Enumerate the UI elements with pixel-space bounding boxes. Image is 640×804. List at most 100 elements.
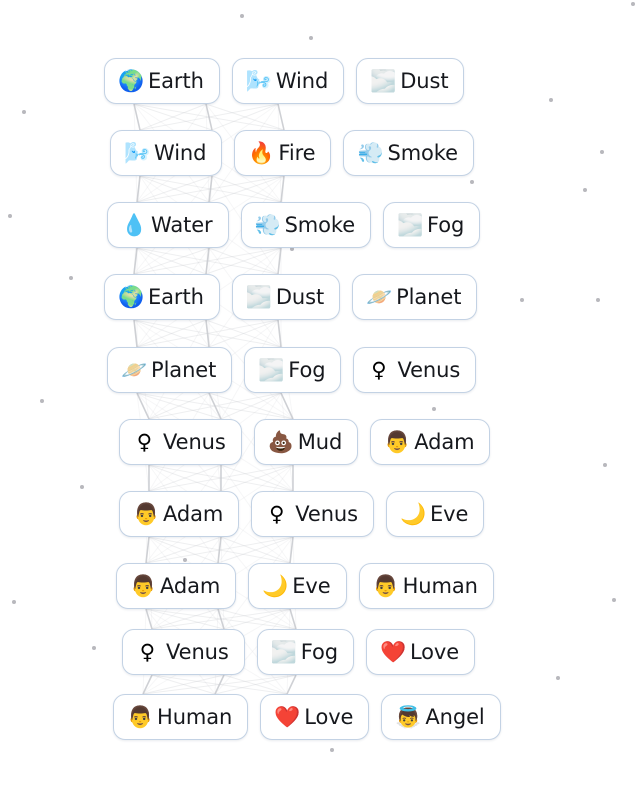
crescent-moon-icon: 🌙: [262, 573, 289, 598]
baby-angel-icon: 👼: [395, 704, 422, 729]
element-card-mud[interactable]: 💩 Mud: [253, 419, 359, 465]
card-row: ♀ Venus 🌫️ Fog ❤️ Love: [122, 629, 476, 675]
smoke-icon: 💨: [357, 140, 384, 165]
fog-icon: 🌫️: [397, 212, 424, 237]
man-face-icon: 👨: [130, 573, 157, 598]
element-card-angel[interactable]: 👼 Angel: [381, 694, 501, 740]
man-face-icon: 👨: [384, 429, 411, 454]
element-card-wind[interactable]: 🌬️ Wind: [231, 58, 345, 104]
element-card-label: Mud: [297, 429, 343, 454]
venus-symbol-icon: ♀: [269, 501, 285, 526]
fog-icon: 🌫️: [270, 639, 297, 664]
red-heart-icon: ❤️: [379, 639, 407, 664]
element-card-label: Venus: [397, 357, 461, 382]
fire-icon: 🔥: [248, 140, 275, 165]
card-row: 🌬️ Wind 🔥 Fire 💨 Smoke: [110, 130, 474, 176]
element-card-wind[interactable]: 🌬️ Wind: [110, 130, 223, 176]
element-card-label: Adam: [414, 429, 475, 454]
element-card-dust[interactable]: 🌫️ Dust: [231, 274, 341, 320]
smoke-icon: 💨: [254, 212, 281, 237]
element-card-water[interactable]: 💧 Water: [107, 202, 229, 248]
element-card-human[interactable]: 👨 Human: [113, 694, 249, 740]
dust-icon: 🌫️: [245, 284, 272, 309]
fog-icon: 🌫️: [258, 357, 285, 382]
card-row: 🌍 Earth 🌫️ Dust 🪐 Planet: [104, 274, 478, 320]
card-grid: 🌍 Earth 🌬️ Wind 🌫️ Dust 🌬️ Wind 🔥 Fire 💨 Smoke 💧 Wate…: [0, 0, 640, 804]
element-card-love[interactable]: ❤️ Love: [260, 694, 370, 740]
element-card-planet[interactable]: 🪐 Planet: [107, 347, 233, 393]
element-card-label: Venus: [295, 501, 358, 526]
element-card-venus[interactable]: ♀ Venus: [251, 491, 374, 537]
card-row: 🪐 Planet 🌫️ Fog ♀ Venus: [107, 347, 477, 393]
element-card-label: Earth: [148, 68, 204, 93]
card-row: 🌍 Earth 🌬️ Wind 🌫️ Dust: [104, 58, 465, 104]
element-card-smoke[interactable]: 💨 Smoke: [343, 130, 474, 176]
venus-symbol-icon: ♀: [139, 639, 156, 664]
venus-symbol-icon: ♀: [371, 357, 387, 382]
element-card-label: Adam: [163, 501, 224, 526]
element-card-venus[interactable]: ♀ Venus: [119, 419, 242, 465]
element-card-label: Love: [304, 704, 354, 729]
element-card-label: Planet: [151, 357, 217, 382]
wind-face-icon: 🌬️: [245, 68, 272, 93]
element-card-earth[interactable]: 🌍 Earth: [104, 58, 220, 104]
element-card-venus[interactable]: ♀ Venus: [122, 629, 245, 675]
planet-icon: 🪐: [121, 357, 148, 382]
element-card-earth[interactable]: 🌍 Earth: [104, 274, 220, 320]
element-card-label: Smoke: [284, 212, 356, 237]
element-card-label: Fog: [300, 639, 338, 664]
card-row: ♀ Venus 💩 Mud 👨 Adam: [119, 419, 491, 465]
element-card-label: Adam: [160, 573, 221, 598]
card-row: 👨 Human ❤️ Love 👼 Angel: [113, 694, 501, 740]
mud-icon: 💩: [267, 429, 294, 454]
element-card-label: Earth: [148, 284, 204, 309]
element-card-eve[interactable]: 🌙 Eve: [385, 491, 485, 537]
man-face-icon: 👨: [133, 501, 160, 526]
element-card-love[interactable]: ❤️ Love: [365, 629, 476, 675]
element-card-label: Fog: [427, 212, 465, 237]
card-row: 💧 Water 💨 Smoke 🌫️ Fog: [107, 202, 481, 248]
venus-symbol-icon: ♀: [136, 429, 153, 454]
element-card-adam[interactable]: 👨 Adam: [116, 563, 237, 609]
dust-icon: 🌫️: [370, 68, 397, 93]
crescent-moon-icon: 🌙: [399, 501, 427, 526]
element-card-fog[interactable]: 🌫️ Fog: [383, 202, 481, 248]
element-card-label: Angel: [425, 704, 485, 729]
element-card-label: Fire: [278, 140, 316, 165]
element-card-label: Human: [402, 573, 478, 598]
card-row: 👨 Adam ♀ Venus 🌙 Eve: [119, 491, 485, 537]
man-face-icon: 👨: [127, 704, 154, 729]
element-card-eve[interactable]: 🌙 Eve: [248, 563, 347, 609]
element-card-adam[interactable]: 👨 Adam: [370, 419, 491, 465]
water-drop-icon: 💧: [121, 212, 148, 237]
element-card-label: Smoke: [387, 140, 458, 165]
earth-globe-icon: 🌍: [118, 68, 145, 93]
element-card-dust[interactable]: 🌫️ Dust: [356, 58, 465, 104]
man-face-icon: 👨: [372, 573, 399, 598]
card-row: 👨 Adam 🌙 Eve 👨 Human: [116, 563, 494, 609]
element-card-planet[interactable]: 🪐 Planet: [352, 274, 478, 320]
element-card-label: Human: [157, 704, 233, 729]
element-card-label: Venus: [163, 429, 226, 454]
red-heart-icon: ❤️: [274, 704, 301, 729]
element-card-label: Planet: [396, 284, 462, 309]
element-card-label: Fog: [288, 357, 326, 382]
element-card-label: Dust: [275, 284, 325, 309]
element-card-label: Love: [409, 639, 460, 664]
element-card-label: Venus: [166, 639, 229, 664]
element-card-fire[interactable]: 🔥 Fire: [234, 130, 332, 176]
element-board: 🌍 Earth 🌬️ Wind 🌫️ Dust 🌬️ Wind 🔥 Fire 💨 Smoke 💧 Wate…: [0, 0, 640, 804]
element-card-human[interactable]: 👨 Human: [358, 563, 494, 609]
element-card-fog[interactable]: 🌫️ Fog: [244, 347, 342, 393]
element-card-label: Eve: [292, 573, 331, 598]
element-card-label: Water: [151, 212, 213, 237]
earth-globe-icon: 🌍: [118, 284, 145, 309]
planet-icon: 🪐: [366, 284, 393, 309]
element-card-label: Wind: [275, 68, 329, 93]
element-card-label: Eve: [429, 501, 469, 526]
element-card-fog[interactable]: 🌫️ Fog: [256, 629, 354, 675]
wind-face-icon: 🌬️: [124, 140, 151, 165]
element-card-adam[interactable]: 👨 Adam: [119, 491, 240, 537]
element-card-smoke[interactable]: 💨 Smoke: [240, 202, 372, 248]
element-card-venus[interactable]: ♀ Venus: [353, 347, 477, 393]
